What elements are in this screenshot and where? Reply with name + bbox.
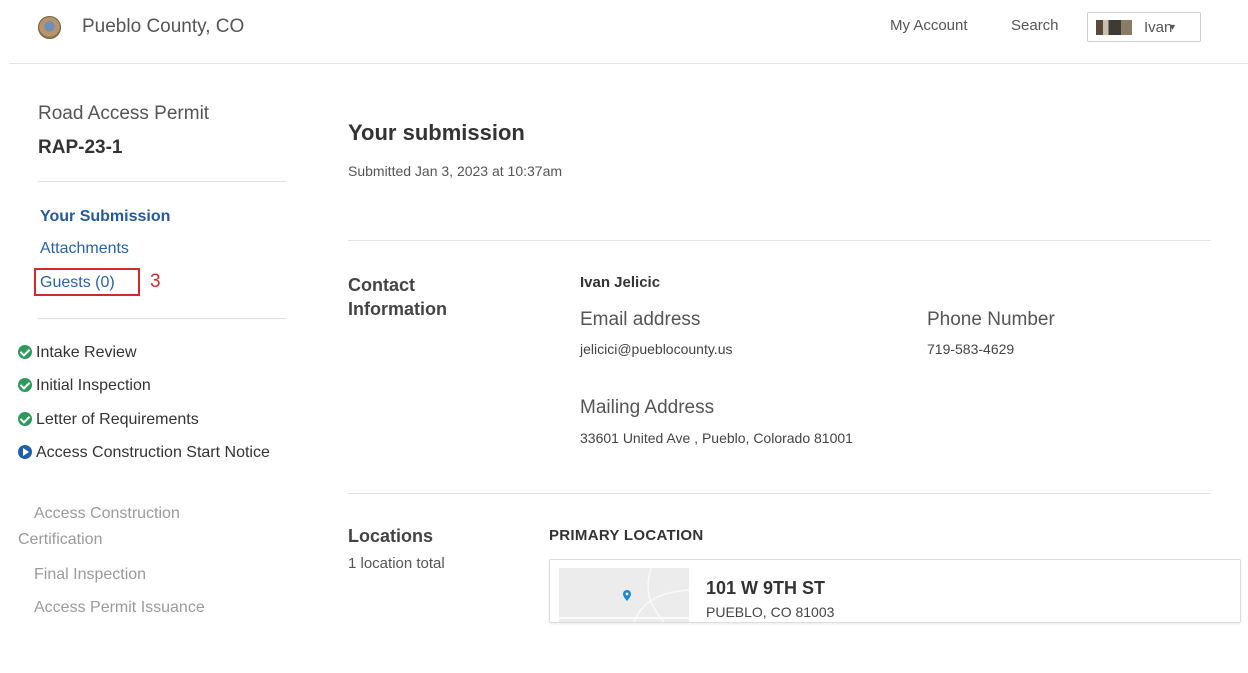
locations-section-heading: Locations [348, 526, 434, 546]
section-divider [348, 240, 1211, 241]
section-divider [348, 493, 1211, 494]
primary-location-heading: PRIMARY LOCATION [549, 527, 704, 544]
sidebar-item-your-submission[interactable]: Your Submission [40, 208, 170, 226]
org-name[interactable]: Pueblo County, CO [82, 16, 244, 38]
locations-count: 1 location total [348, 555, 445, 572]
play-circle-icon [18, 445, 32, 459]
map-pin-icon [623, 590, 631, 601]
submitted-timestamp: Submitted Jan 3, 2023 at 10:37am [348, 163, 563, 179]
location-city: PUEBLO, CO 81003 [706, 604, 835, 620]
workflow-step-access-construction-certification: Access Construction Certification [18, 505, 180, 548]
check-circle-icon [18, 345, 32, 359]
sidebar-divider [38, 318, 286, 319]
email-value: jelicici@pueblocounty.us [580, 341, 733, 357]
sidebar-item-attachments[interactable]: Attachments [40, 240, 129, 258]
workflow-step-intake-review[interactable]: Intake Review [18, 340, 137, 366]
header-divider [10, 63, 1248, 64]
workflow-step-access-permit-issuance: Access Permit Issuance [34, 599, 205, 616]
workflow-step-initial-inspection[interactable]: Initial Inspection [18, 373, 151, 399]
user-name: Ivan [1144, 19, 1173, 36]
record-id: RAP-23-1 [38, 137, 123, 158]
workflow-step-letter-of-requirements[interactable]: Letter of Requirements [18, 407, 199, 433]
contact-section-heading: Contact Information [348, 275, 447, 319]
annotation-label: 3 [150, 271, 161, 292]
workflow-step-final-inspection: Final Inspection [34, 566, 147, 583]
phone-label: Phone Number [927, 309, 1055, 330]
county-logo[interactable] [38, 16, 61, 39]
email-label: Email address [580, 309, 701, 330]
workflow-step-access-construction-start-notice[interactable]: Access Construction Start Notice [18, 440, 273, 466]
sidebar-item-guests[interactable]: Guests (0) [40, 274, 115, 292]
location-street: 101 W 9TH ST [706, 578, 826, 598]
location-card[interactable]: 101 W 9TH ST PUEBLO, CO 81003 [549, 559, 1241, 623]
sidebar-divider [38, 181, 286, 182]
contact-name: Ivan Jelicic [580, 274, 661, 291]
mailing-address-label: Mailing Address [580, 397, 715, 418]
avatar [1096, 20, 1132, 35]
user-menu-button[interactable]: Ivan ▾ [1087, 12, 1201, 42]
check-circle-icon [18, 378, 32, 392]
record-type: Road Access Permit [38, 103, 210, 124]
page-title: Your submission [348, 120, 525, 145]
my-account-link[interactable]: My Account [890, 17, 968, 34]
location-map-thumbnail[interactable] [559, 568, 689, 622]
phone-value: 719-583-4629 [927, 341, 1015, 357]
chevron-down-icon: ▾ [1170, 22, 1176, 33]
search-link[interactable]: Search [1011, 17, 1059, 34]
check-circle-icon [18, 412, 32, 426]
mailing-address-value: 33601 United Ave , Pueblo, Colorado 8100… [580, 430, 853, 446]
